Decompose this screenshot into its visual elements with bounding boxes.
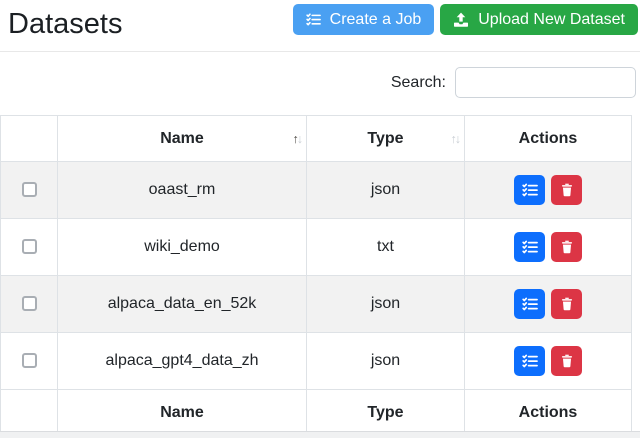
row-checkbox[interactable] (22, 239, 37, 254)
select-column-footer (1, 390, 58, 436)
row-checkbox[interactable] (22, 353, 37, 368)
page-title: Datasets (8, 4, 122, 44)
actions-column-footer: Actions (465, 390, 632, 436)
horizontal-scrollbar[interactable] (0, 431, 640, 438)
select-column-header (1, 116, 58, 162)
delete-dataset-button[interactable] (551, 346, 582, 376)
upload-new-dataset-button[interactable]: Upload New Dataset (440, 4, 638, 35)
table-row: oaast_rm json (1, 162, 632, 219)
dataset-name-cell: alpaca_data_en_52k (58, 276, 307, 333)
type-column-header[interactable]: Type ↑↓ (307, 116, 465, 162)
delete-dataset-button[interactable] (551, 232, 582, 262)
trash-icon (560, 297, 574, 311)
type-column-footer: Type (307, 390, 465, 436)
table-footer: Name Type Actions (1, 390, 632, 436)
dataset-type-cell: json (307, 333, 465, 390)
view-dataset-button[interactable] (514, 289, 545, 319)
dataset-type-cell: txt (307, 219, 465, 276)
top-bar: Datasets Create a Job Upload New Dataset (0, 0, 640, 46)
list-check-icon (522, 182, 538, 198)
sort-arrows-icon: ↑↓ (451, 132, 460, 146)
create-job-button[interactable]: Create a Job (293, 4, 435, 35)
header-divider (0, 51, 640, 52)
table-row: alpaca_gpt4_data_zh json (1, 333, 632, 390)
row-checkbox[interactable] (22, 182, 37, 197)
name-column-header[interactable]: Name ↑↓ (58, 116, 307, 162)
dataset-name-cell: wiki_demo (58, 219, 307, 276)
name-column-footer: Name (58, 390, 307, 436)
trash-icon (560, 354, 574, 368)
row-checkbox[interactable] (22, 296, 37, 311)
dataset-type-cell: json (307, 276, 465, 333)
list-check-icon (306, 12, 321, 27)
delete-dataset-button[interactable] (551, 175, 582, 205)
datasets-table: Name ↑↓ Type ↑↓ Actions oaast_rm json wi… (0, 115, 632, 436)
sort-arrows-icon: ↑↓ (293, 132, 302, 146)
toolbar-buttons: Create a Job Upload New Dataset (293, 4, 638, 35)
delete-dataset-button[interactable] (551, 289, 582, 319)
table-row: wiki_demo txt (1, 219, 632, 276)
view-dataset-button[interactable] (514, 175, 545, 205)
view-dataset-button[interactable] (514, 232, 545, 262)
dataset-name-cell: alpaca_gpt4_data_zh (58, 333, 307, 390)
actions-column-header: Actions (465, 116, 632, 162)
upload-new-dataset-label: Upload New Dataset (478, 10, 625, 29)
list-check-icon (522, 296, 538, 312)
list-check-icon (522, 239, 538, 255)
list-check-icon (522, 353, 538, 369)
dataset-name-cell: oaast_rm (58, 162, 307, 219)
create-job-label: Create a Job (330, 10, 422, 29)
table-header: Name ↑↓ Type ↑↓ Actions (1, 116, 632, 162)
table-body: oaast_rm json wiki_demo txt alpaca_data_… (1, 162, 632, 390)
dataset-type-cell: json (307, 162, 465, 219)
search-label: Search: (391, 74, 446, 92)
search-row: Search: (0, 67, 636, 98)
trash-icon (560, 183, 574, 197)
view-dataset-button[interactable] (514, 346, 545, 376)
search-input[interactable] (455, 67, 636, 98)
upload-icon (453, 12, 469, 28)
trash-icon (560, 240, 574, 254)
table-row: alpaca_data_en_52k json (1, 276, 632, 333)
